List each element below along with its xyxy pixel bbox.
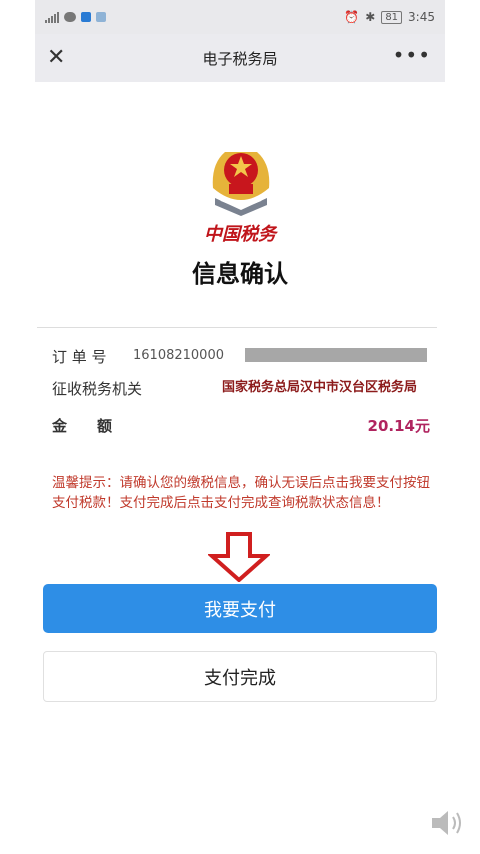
order-value: 16108210000 <box>133 348 224 363</box>
chat-icon <box>64 12 76 22</box>
page-heading: 信息确认 <box>192 260 288 288</box>
amount-value: 20.14元 <box>367 417 430 435</box>
status-bar: ⏰ ✱ 81 3:45 <box>35 0 445 34</box>
status-left <box>35 11 106 23</box>
office-value: 国家税务总局汉中市汉台区税务局 <box>222 380 418 395</box>
divider <box>37 327 437 328</box>
signal-icon <box>45 11 59 23</box>
order-redaction <box>245 348 427 362</box>
close-icon[interactable]: ✕ <box>47 44 65 72</box>
logo-text: 中国税务 <box>204 224 276 245</box>
notice-text: 温馨提示：请确认您的缴税信息，确认无误后点击我要支付按钮支付税款！支付完成后点击… <box>52 475 430 511</box>
pay-button[interactable]: 我要支付 <box>43 584 437 633</box>
app-title: 电子税务局 <box>202 49 278 68</box>
amount-label: 金 额 <box>52 417 113 435</box>
order-label: 订 单 号 <box>52 348 107 366</box>
arrow-down-icon <box>208 532 270 582</box>
more-icon[interactable]: ••• <box>393 43 431 67</box>
tax-emblem-icon <box>212 152 270 216</box>
app-notification-icon <box>81 12 91 22</box>
payment-done-button[interactable]: 支付完成 <box>43 651 437 702</box>
bluetooth-icon: ✱ <box>365 10 376 24</box>
battery-icon: 81 <box>381 10 403 24</box>
speaker-icon <box>432 811 461 835</box>
status-right: ⏰ ✱ 81 3:45 <box>344 10 445 24</box>
app-bar: ✕ 电子税务局 ••• <box>35 34 445 82</box>
office-label: 征收税务机关 <box>52 380 143 398</box>
clock: 3:45 <box>408 10 435 24</box>
sync-icon <box>96 12 106 22</box>
alarm-icon: ⏰ <box>344 10 360 24</box>
